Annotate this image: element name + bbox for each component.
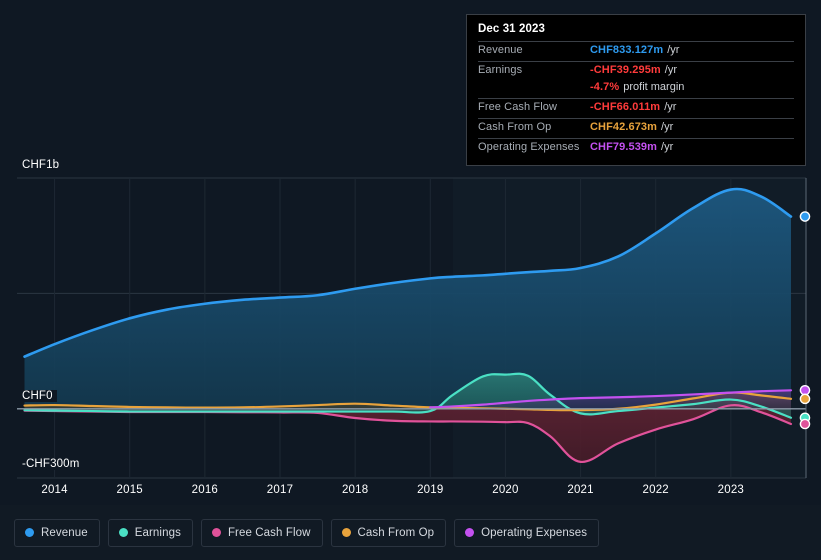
y-axis-label-zero: CHF0 bbox=[22, 390, 57, 402]
tooltip-row-unit: /yr bbox=[661, 121, 674, 133]
x-axis-tick-2018: 2018 bbox=[341, 484, 369, 496]
legend-color-dot-icon bbox=[341, 528, 351, 537]
y-axis-label-top: CHF1b bbox=[22, 159, 64, 171]
tooltip-row: Revenue CHF833.127m/yr bbox=[478, 41, 794, 61]
tooltip-row-value: -4.7% bbox=[590, 81, 620, 93]
tooltip-row-value: CHF833.127m bbox=[590, 44, 664, 56]
tooltip-row-value-group: -CHF66.011m/yr bbox=[590, 101, 676, 113]
x-axis-tick-2020: 2020 bbox=[492, 484, 519, 496]
tooltip-row: Cash From Op CHF42.673m/yr bbox=[478, 118, 794, 138]
tooltip-row: -4.7% profit margin bbox=[478, 81, 794, 98]
tooltip-row-value-group: -4.7% profit margin bbox=[590, 81, 684, 93]
financial-chart-widget: CHF1b CHF0 -CHF300m 2014 2015 2016 2017 2018… bbox=[0, 0, 821, 560]
legend-item-label: Operating Expenses bbox=[481, 526, 588, 539]
tooltip-row: Free Cash Flow -CHF66.011m/yr bbox=[478, 98, 794, 118]
tooltip-row-value: -CHF66.011m bbox=[590, 101, 661, 113]
chart-legend: Revenue Earnings Free Cash Flow Cash From O… bbox=[0, 505, 821, 560]
tooltip-row-label: Revenue bbox=[478, 44, 523, 56]
legend-color-dot-icon bbox=[465, 528, 475, 537]
x-axis-tick-2014: 2014 bbox=[41, 484, 68, 496]
tooltip-row-unit: /yr bbox=[661, 141, 674, 153]
x-axis-tick-2022: 2022 bbox=[642, 484, 669, 496]
x-axis-tick-2016: 2016 bbox=[191, 484, 219, 496]
tooltip-row-value: -CHF39.295m bbox=[590, 64, 661, 76]
tooltip-row-label: Operating Expenses bbox=[478, 141, 580, 153]
tooltip-row-unit: /yr bbox=[664, 64, 678, 76]
legend-item-label: Earnings bbox=[134, 526, 181, 539]
tooltip-row-value-group: CHF79.539m/yr bbox=[590, 141, 673, 153]
tooltip-row-unit: /yr bbox=[667, 44, 680, 56]
x-axis-tick-2023: 2023 bbox=[717, 484, 745, 496]
tooltip-row-label: Earnings bbox=[478, 64, 523, 76]
tooltip-row-unit: profit margin bbox=[623, 81, 685, 93]
tooltip-rows: Revenue CHF833.127m/yr Earnings -CHF39.295m… bbox=[478, 41, 794, 158]
tooltip-row: Operating Expenses CHF79.539m/yr bbox=[478, 138, 794, 158]
tooltip-row-value-group: CHF833.127m/yr bbox=[590, 44, 679, 56]
x-axis-tick-2019: 2019 bbox=[417, 484, 444, 496]
tooltip-row: Earnings -CHF39.295m/yr bbox=[478, 61, 794, 81]
legend-item-operating-expenses[interactable]: Operating Expenses bbox=[454, 518, 600, 547]
legend-item-label: Cash From Op bbox=[357, 526, 435, 539]
tooltip-row-value: CHF42.673m bbox=[590, 121, 658, 133]
x-axis-tick-2017: 2017 bbox=[266, 484, 294, 496]
legend-item-label: Free Cash Flow bbox=[227, 526, 311, 539]
tooltip-row-value-group: CHF42.673m/yr bbox=[590, 121, 673, 133]
legend-color-dot-icon bbox=[211, 528, 221, 537]
tooltip-row-value: CHF79.539m bbox=[590, 141, 658, 153]
y-axis-label-bottom: -CHF300m bbox=[22, 458, 84, 470]
x-axis-tick-2021: 2021 bbox=[567, 484, 594, 496]
tooltip-row-value-group: -CHF39.295m/yr bbox=[590, 64, 677, 76]
tooltip-row-unit: /yr bbox=[664, 101, 677, 113]
legend-color-dot-icon bbox=[25, 528, 34, 537]
tooltip-date: Dec 31 2023 bbox=[478, 23, 545, 35]
legend-item-earnings[interactable]: Earnings bbox=[107, 518, 193, 547]
legend-item-label: Revenue bbox=[41, 526, 88, 539]
legend-item-revenue[interactable]: Revenue bbox=[14, 518, 100, 547]
legend-color-dot-icon bbox=[118, 528, 128, 537]
legend-item-free-cash-flow[interactable]: Free Cash Flow bbox=[200, 518, 323, 547]
tooltip-row-label: Cash From Op bbox=[478, 121, 552, 133]
tooltip-row-label: Free Cash Flow bbox=[478, 101, 558, 113]
chart-tooltip: Dec 31 2023 Revenue CHF833.127m/yr Earning… bbox=[466, 14, 806, 166]
x-axis-tick-2015: 2015 bbox=[116, 484, 143, 496]
legend-item-cash-from-op[interactable]: Cash From Op bbox=[330, 518, 447, 547]
